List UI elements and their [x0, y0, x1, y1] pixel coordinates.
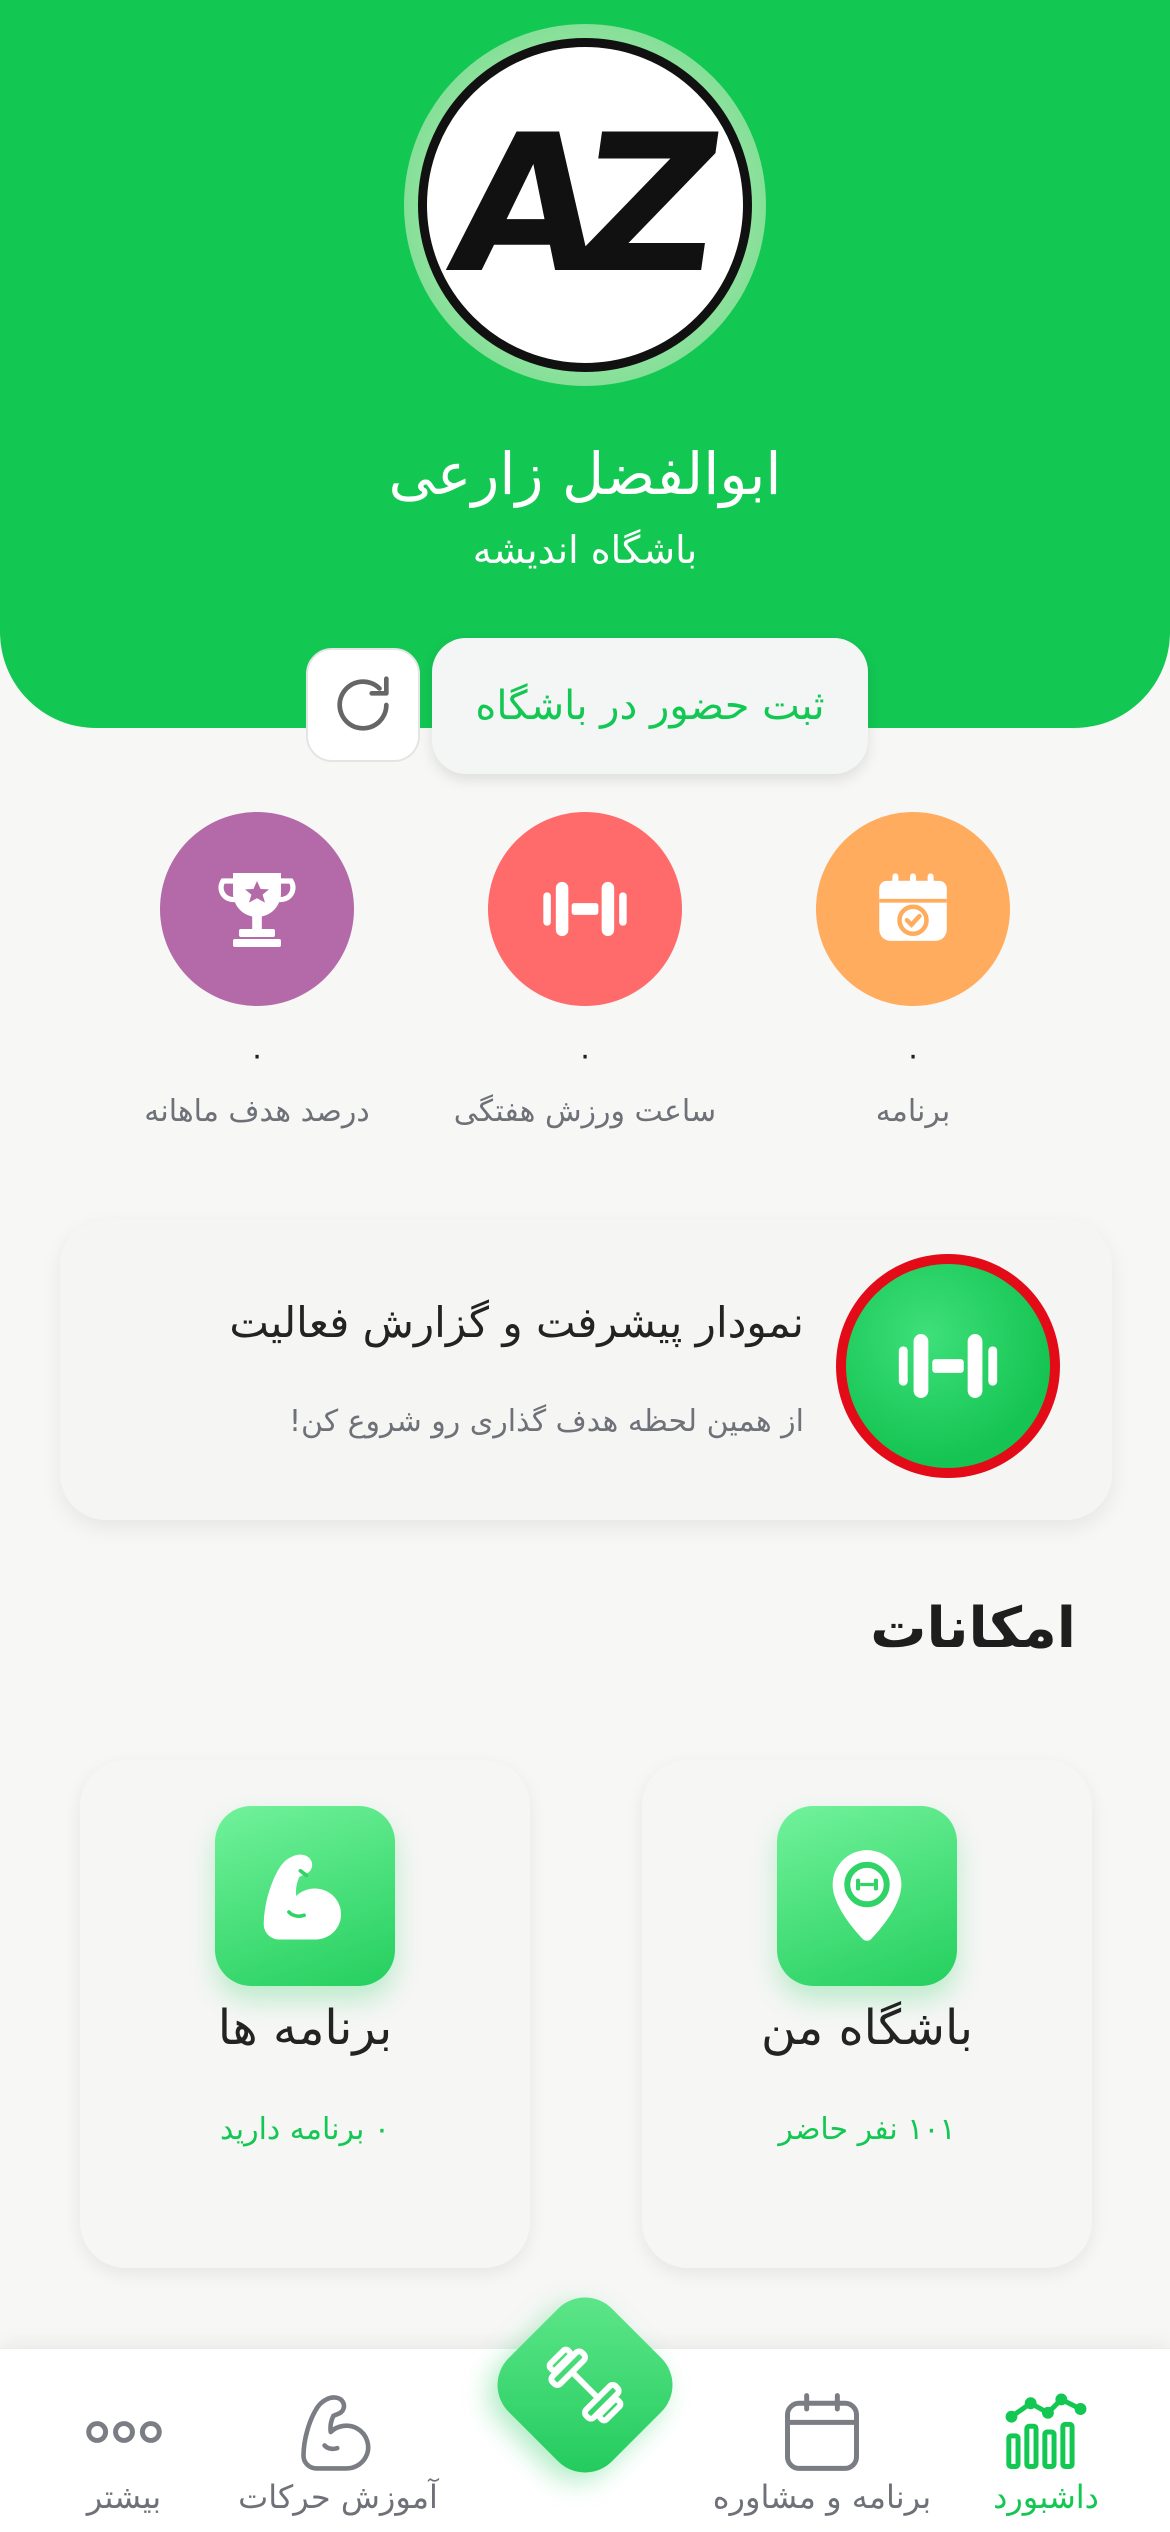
programs-title: برنامه ها: [217, 2000, 393, 2056]
calendar-icon: [785, 2393, 859, 2471]
nav-label-programs-consulting: برنامه و مشاوره: [712, 2478, 932, 2516]
stat-weekly-hours-label: ساعت ورزش هفتگی: [453, 1094, 717, 1129]
my-club-title: باشگاه من: [761, 2000, 973, 2056]
stat-monthly-goal-value: ۰: [248, 1038, 266, 1073]
stat-monthly-goal-icon[interactable]: [160, 812, 354, 1006]
stat-weekly-hours-icon[interactable]: [488, 812, 682, 1006]
progress-icon-button[interactable]: [846, 1264, 1050, 1468]
progress-card-title: نمودار پیشرفت و گزارش فعالیت: [229, 1298, 804, 1347]
nav-item-dashboard[interactable]: داشبورد: [916, 2360, 1170, 2532]
programs-icon-tile: [215, 1806, 395, 1986]
nav-label-dashboard: داشبورد: [993, 2478, 1099, 2516]
refresh-icon: [337, 676, 389, 731]
club-name: باشگاه اندیشه: [472, 528, 698, 572]
programs-subtitle: ۰ برنامه دارید: [219, 2112, 391, 2147]
stat-program-value: ۰: [904, 1038, 922, 1073]
checkin-label: ثبت حضور در باشگاه: [475, 683, 825, 729]
progress-card-subtitle: از همین لحظه هدف گذاری رو شروع کن!: [288, 1404, 804, 1439]
features-heading: امکانات: [870, 1596, 1076, 1661]
dumbbell-icon: [898, 1334, 998, 1398]
arm-icon: [301, 2395, 371, 2471]
my-club-icon-tile: [777, 1806, 957, 1986]
flexed-arm-icon: [263, 1854, 342, 1940]
nav-label-more: بیشتر: [86, 2478, 162, 2516]
checkin-button[interactable]: ثبت حضور در باشگاه: [432, 638, 868, 774]
stat-monthly-goal-label: درصد هدف ماهانه: [144, 1094, 370, 1129]
dumbbell-icon: [543, 881, 627, 937]
fab-icon-wrap[interactable]: [512, 2312, 658, 2458]
dumbbell-icon: [546, 2346, 624, 2424]
nav-item-more[interactable]: بیشتر: [0, 2360, 254, 2532]
avatar[interactable]: AZ: [418, 38, 752, 372]
refresh-button[interactable]: [306, 648, 420, 762]
location-pin-icon: [832, 1850, 902, 1941]
chart-icon: [1005, 2393, 1087, 2469]
nav-item-programs-consulting[interactable]: برنامه و مشاوره: [692, 2360, 952, 2532]
avatar-logo: AZ: [438, 94, 715, 315]
calendar-check-icon: [879, 873, 947, 941]
trophy-icon: [218, 873, 296, 947]
stat-weekly-hours-value: ۰: [576, 1038, 594, 1073]
user-name: ابوالفضل زارعی: [388, 440, 782, 508]
more-icon: [86, 2421, 162, 2443]
stat-program-icon[interactable]: [816, 812, 1010, 1006]
my-club-subtitle: ۱۰۱ نفر حاضر: [778, 2112, 956, 2147]
stat-program-label: برنامه: [875, 1094, 951, 1129]
